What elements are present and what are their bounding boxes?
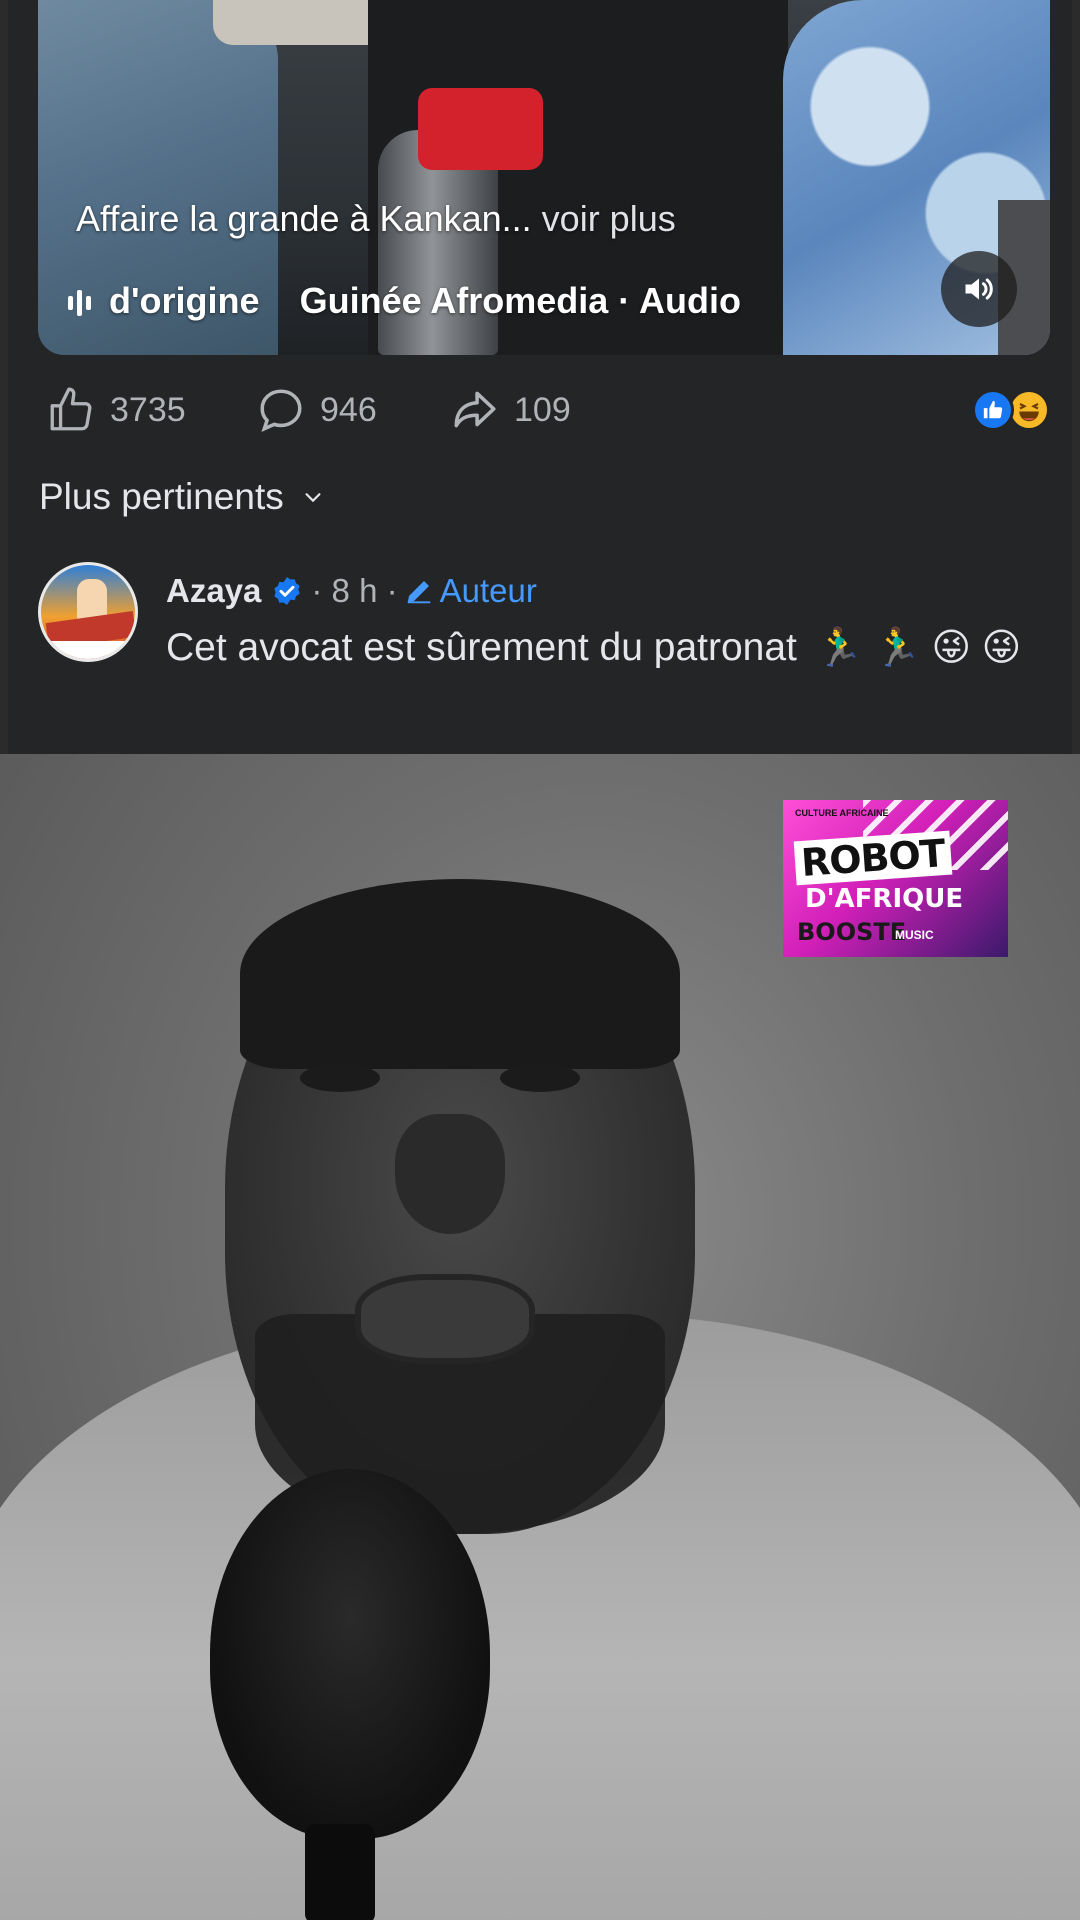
verified-badge-icon [274, 577, 301, 605]
like-button[interactable]: 3735 [46, 385, 186, 435]
logo-title: ROBOT [793, 830, 953, 886]
person-nose [395, 1114, 505, 1234]
sort-label: Plus pertinents [39, 476, 284, 517]
person-right-eye [500, 1064, 580, 1092]
like-count: 3735 [110, 390, 186, 429]
comment-icon [260, 389, 302, 432]
facebook-post-card: Affaire la grande à Kankan... voir plus … [8, 0, 1072, 754]
comment-sort-dropdown[interactable]: Plus pertinents [39, 476, 324, 518]
comment-emojis: 🏃‍♂️ 🏃‍♂️ 😜 😜 [815, 627, 1022, 669]
audio-wave-icon [68, 280, 95, 322]
haha-reaction-icon [1008, 389, 1050, 431]
reaction-summary[interactable] [972, 389, 1054, 431]
post-video-thumbnail[interactable]: Affaire la grande à Kankan... voir plus … [38, 0, 1050, 355]
share-button[interactable]: 109 [450, 385, 571, 435]
post-caption: Affaire la grande à Kankan... voir plus [76, 198, 676, 240]
comment-count: 946 [320, 390, 377, 429]
comment-text: Cet avocat est sûrement du patronat 🏃‍♂️… [166, 622, 1046, 674]
person-hair [240, 879, 680, 1069]
like-reaction-icon [972, 389, 1014, 431]
comment-text-content: Cet avocat est sûrement du patronat [166, 626, 797, 669]
sound-on-icon[interactable] [941, 251, 1017, 327]
chevron-down-icon [305, 493, 321, 503]
engagement-bar: 3735 946 109 [38, 385, 1058, 435]
logo-booste: BOOSTE [797, 918, 907, 946]
pencil-icon [407, 581, 430, 604]
avatar[interactable] [38, 562, 138, 662]
comment-author-name[interactable]: Azaya [166, 572, 261, 610]
see-more-link[interactable]: voir plus [542, 198, 676, 239]
logo-subtitle: D'AFRIQUE [805, 884, 964, 914]
share-icon [454, 391, 496, 428]
logo-music: MUSIC [895, 928, 934, 942]
thumbnail-bottle-cap [418, 88, 543, 170]
caption-text: Affaire la grande à Kankan... [76, 198, 532, 239]
logo-small-text: CULTURE AFRICAINE [795, 808, 889, 818]
comment-button[interactable]: 946 [256, 385, 377, 435]
audio-prefix: d'origine [109, 280, 260, 321]
author-badge-label: Auteur [439, 572, 537, 609]
comment-timestamp: · 8 h · [311, 572, 398, 609]
comment-header: Azaya · 8 h · Auteur [166, 572, 537, 610]
person-mouth [355, 1274, 535, 1364]
share-count: 109 [514, 390, 571, 429]
reaction-video-frame[interactable]: CULTURE AFRICAINE ROBOT D'AFRIQUE BOOSTE… [0, 754, 1080, 1920]
channel-logo: CULTURE AFRICAINE ROBOT D'AFRIQUE BOOSTE… [783, 800, 1008, 957]
audio-attribution[interactable]: d'origine Guinée Afromedia · Audio [68, 280, 741, 322]
audio-source: Guinée Afromedia · Audio [299, 280, 741, 321]
person-left-eye [300, 1064, 380, 1092]
author-badge: Auteur [404, 572, 537, 610]
microphone-stand [305, 1824, 375, 1920]
like-icon [50, 387, 92, 431]
microphone [210, 1469, 490, 1839]
